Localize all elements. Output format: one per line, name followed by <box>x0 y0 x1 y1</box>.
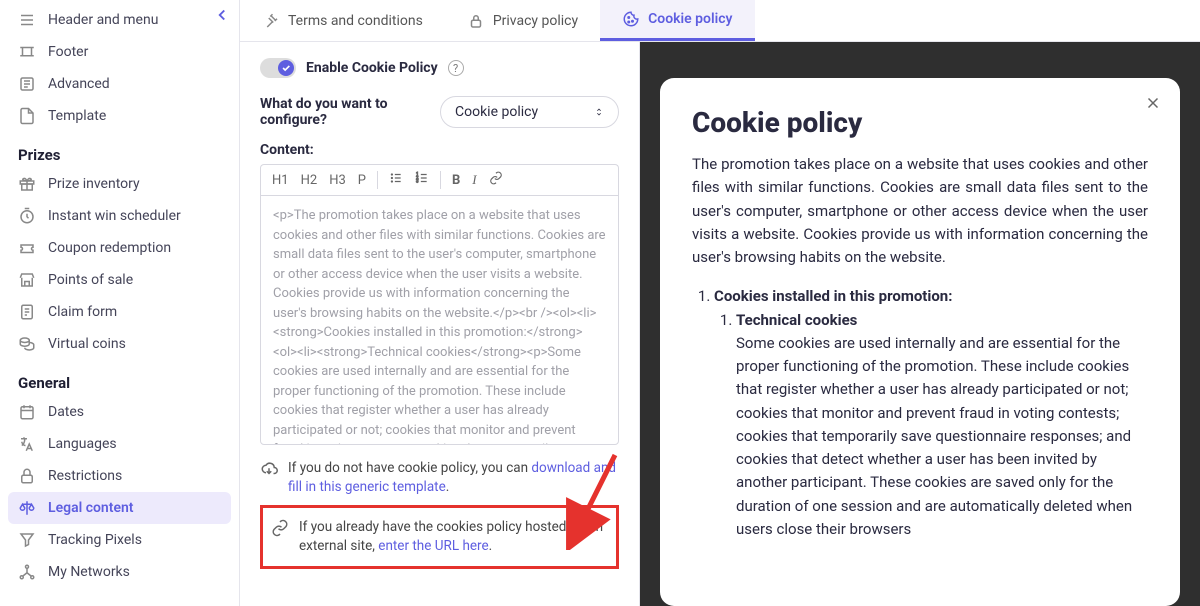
preview-close-button[interactable] <box>1144 94 1162 116</box>
preview-card: Cookie policy The promotion takes place … <box>660 78 1180 606</box>
hint-download-template: If you do not have cookie policy, you ca… <box>260 459 619 497</box>
network-icon <box>18 563 36 581</box>
editor-h1-button[interactable]: H1 <box>267 171 294 190</box>
editor-h3-button[interactable]: H3 <box>324 171 351 190</box>
tab-label: Cookie policy <box>648 11 732 27</box>
advanced-icon <box>18 75 36 93</box>
sidebar-item-restrictions[interactable]: Restrictions <box>0 460 239 492</box>
coins-icon <box>18 335 36 353</box>
tab-cookie[interactable]: Cookie policy <box>600 0 754 41</box>
preview-list1-1: Technical cookies <box>736 311 857 329</box>
sidebar-item-label: Claim form <box>48 304 117 320</box>
help-icon[interactable]: ? <box>448 60 464 76</box>
footer-icon <box>18 43 36 61</box>
preview-panel: Cookie policy The promotion takes place … <box>640 42 1200 606</box>
sidebar-item-label: My Networks <box>48 564 130 580</box>
tab-terms[interactable]: Terms and conditions <box>240 0 445 41</box>
sidebar: Header and menu Footer Advanced Template… <box>0 0 240 606</box>
sidebar-item-advanced[interactable]: Advanced <box>0 68 239 100</box>
calendar-icon <box>18 403 36 421</box>
sidebar-item-label: Template <box>48 108 106 124</box>
sidebar-item-label: Coupon redemption <box>48 240 171 256</box>
store-icon <box>18 271 36 289</box>
lock-icon <box>18 467 36 485</box>
sidebar-item-label: Instant win scheduler <box>48 208 181 224</box>
sidebar-item-label: Tracking Pixels <box>48 532 142 548</box>
sidebar-item-languages[interactable]: Languages <box>0 428 239 460</box>
enable-cookie-toggle[interactable] <box>260 58 296 78</box>
form-icon <box>18 303 36 321</box>
gavel-icon <box>262 12 280 30</box>
cloud-download-icon <box>260 460 278 478</box>
sidebar-item-template[interactable]: Template <box>0 100 239 132</box>
content-label: Content: <box>260 142 619 158</box>
editor-h2-button[interactable]: H2 <box>296 171 323 190</box>
editor-bold-button[interactable]: B <box>447 171 465 190</box>
sidebar-item-label: Footer <box>48 44 88 60</box>
sidebar-item-label: Legal content <box>48 500 134 516</box>
sidebar-item-points-of-sale[interactable]: Points of sale <box>0 264 239 296</box>
menu-lines-icon <box>18 11 36 29</box>
sidebar-item-claim-form[interactable]: Claim form <box>0 296 239 328</box>
tab-privacy[interactable]: Privacy policy <box>445 0 600 41</box>
preview-list1: Cookies installed in this promotion: <box>714 287 952 305</box>
sidebar-section-general: General <box>0 360 239 396</box>
tabs-bar: Terms and conditions Privacy policy Cook… <box>240 0 1200 42</box>
sidebar-item-label: Prize inventory <box>48 176 140 192</box>
main-panel: Terms and conditions Privacy policy Cook… <box>240 0 1200 606</box>
content-editor[interactable]: <p>The promotion takes place on a websit… <box>260 195 619 445</box>
sidebar-item-label: Header and menu <box>48 12 158 28</box>
sidebar-item-footer[interactable]: Footer <box>0 36 239 68</box>
sidebar-item-dates[interactable]: Dates <box>0 396 239 428</box>
cookie-icon <box>622 10 640 28</box>
tab-label: Terms and conditions <box>288 13 423 29</box>
editor-toolbar: H1 H2 H3 P 123 B I <box>260 164 619 195</box>
sidebar-item-label: Languages <box>48 436 117 452</box>
enter-url-link[interactable]: enter the URL here <box>378 538 488 554</box>
editor-ul-button[interactable] <box>384 169 408 191</box>
editor-p-button[interactable]: P <box>353 171 371 190</box>
editor-italic-button[interactable]: I <box>467 170 481 190</box>
preview-intro: The promotion takes place on a website t… <box>692 153 1148 269</box>
sidebar-item-virtual-coins[interactable]: Virtual coins <box>0 328 239 360</box>
sidebar-item-label: Points of sale <box>48 272 133 288</box>
preview-list1-1-body: Some cookies are used internally and are… <box>736 334 1132 538</box>
sidebar-item-tracking-pixels[interactable]: Tracking Pixels <box>0 524 239 556</box>
legal-icon <box>18 499 36 517</box>
sidebar-item-my-networks[interactable]: My Networks <box>0 556 239 588</box>
sidebar-item-prize-inventory[interactable]: Prize inventory <box>0 168 239 200</box>
template-icon <box>18 107 36 125</box>
language-icon <box>18 435 36 453</box>
configure-label: What do you want to configure? <box>260 96 420 128</box>
preview-title: Cookie policy <box>692 106 1148 139</box>
select-value: Cookie policy <box>455 104 538 120</box>
form-panel: Enable Cookie Policy ? What do you want … <box>240 42 640 606</box>
sidebar-item-instant-win[interactable]: Instant win scheduler <box>0 200 239 232</box>
chevron-updown-icon <box>594 107 604 117</box>
editor-ol-button[interactable]: 123 <box>410 169 434 191</box>
editor-link-button[interactable] <box>484 169 508 191</box>
sidebar-item-legal-content[interactable]: Legal content <box>8 492 231 524</box>
clock-icon <box>18 207 36 225</box>
gift-icon <box>18 175 36 193</box>
hint-external-url: If you already have the cookies policy h… <box>260 505 619 569</box>
sidebar-item-header-menu[interactable]: Header and menu <box>0 4 239 36</box>
sidebar-collapse-button[interactable] <box>213 6 231 28</box>
sidebar-item-coupon-redemption[interactable]: Coupon redemption <box>0 232 239 264</box>
sidebar-item-label: Dates <box>48 404 84 420</box>
configure-select[interactable]: Cookie policy <box>440 96 619 128</box>
ticket-icon <box>18 239 36 257</box>
sidebar-item-label: Virtual coins <box>48 336 126 352</box>
tab-label: Privacy policy <box>493 13 578 29</box>
svg-text:3: 3 <box>416 179 419 184</box>
sidebar-section-prizes: Prizes <box>0 132 239 168</box>
toggle-label: Enable Cookie Policy <box>306 60 438 76</box>
funnel-icon <box>18 531 36 549</box>
lock-icon <box>467 12 485 30</box>
link-icon <box>271 519 289 537</box>
sidebar-item-label: Advanced <box>48 76 110 92</box>
sidebar-item-label: Restrictions <box>48 468 122 484</box>
